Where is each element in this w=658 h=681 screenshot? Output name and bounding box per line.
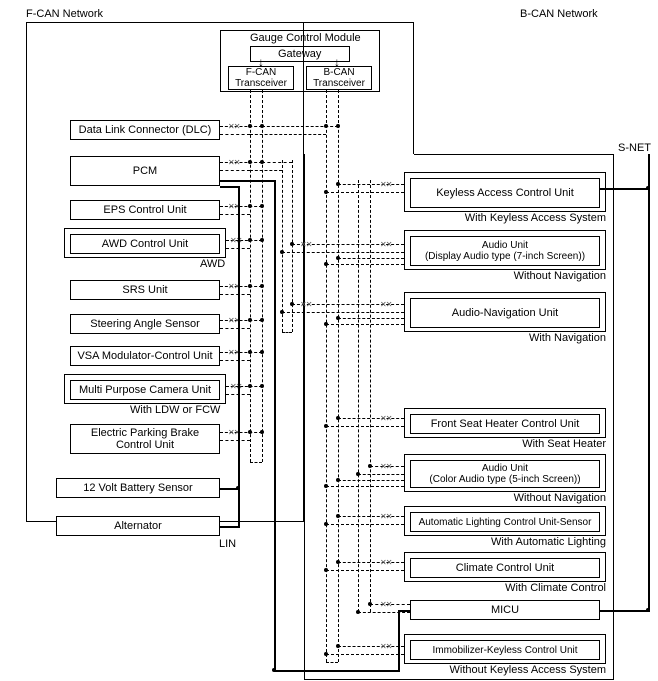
bcan-bus-b [338, 90, 339, 662]
vsa-box: VSA Modulator-Control Unit [70, 346, 220, 366]
gateway-label: Gateway [278, 48, 321, 60]
climate-note: With Climate Control [404, 582, 606, 594]
awd-option-frame [64, 228, 226, 258]
srs-box: SRS Unit [70, 280, 220, 300]
snet-label: S-NET [618, 142, 651, 154]
audionav-note: With Navigation [404, 332, 606, 344]
awd-note: AWD [200, 258, 225, 270]
battery-box: 12 Volt Battery Sensor [56, 478, 220, 498]
camera-option-frame [64, 374, 226, 404]
fcan-sub-b [292, 160, 293, 332]
snet-vertical [648, 154, 650, 612]
fcan-transceiver-box: F-CAN Transceiver [228, 66, 294, 90]
arrow-down-icon: ↓ [258, 55, 264, 69]
audio7-option-frame [404, 230, 606, 270]
keyless-option-frame [404, 172, 606, 212]
fcan-sub-a [282, 160, 283, 332]
steering-angle-box: Steering Angle Sensor [70, 314, 220, 334]
autolight-note: With Automatic Lighting [404, 536, 606, 548]
climate-option-frame [404, 552, 606, 582]
diagram-canvas: F-CAN Network B-CAN Network S-NET Gauge … [0, 0, 658, 681]
audio5-option-frame [404, 454, 606, 492]
lin-label: LIN [219, 538, 236, 550]
seatheater-option-frame [404, 408, 606, 438]
bcan-bus-a [326, 90, 327, 662]
epb-box: Electric Parking Brake Control Unit [70, 424, 220, 454]
immo-note: Without Keyless Access System [404, 664, 606, 676]
gauge-title: Gauge Control Module [250, 32, 361, 44]
snet-line-micu [600, 610, 650, 612]
audionav-option-frame [404, 292, 606, 332]
seatheater-note: With Seat Heater [404, 438, 606, 450]
autolight-option-frame [404, 506, 606, 536]
bcan-network-label: B-CAN Network [520, 8, 598, 20]
eps-box: EPS Control Unit [70, 200, 220, 220]
micu-box: MICU [410, 600, 600, 620]
immo-option-frame [404, 634, 606, 664]
snet-line-keyless [600, 188, 650, 190]
dlc-box: Data Link Connector (DLC) [70, 120, 220, 140]
audio5-note: Without Navigation [404, 492, 606, 504]
fcan-bus-a [250, 90, 251, 462]
fcan-network-label: F-CAN Network [26, 8, 103, 20]
pcm-box: PCM [70, 156, 220, 186]
fcan-bus-b [262, 90, 263, 462]
camera-note: With LDW or FCW [130, 404, 220, 416]
arrow-down-icon: ↓ [334, 55, 340, 69]
keyless-note: With Keyless Access System [404, 212, 606, 224]
bcan-transceiver-box: B-CAN Transceiver [306, 66, 372, 90]
alternator-box: Alternator [56, 516, 220, 536]
audio7-note: Without Navigation [404, 270, 606, 282]
